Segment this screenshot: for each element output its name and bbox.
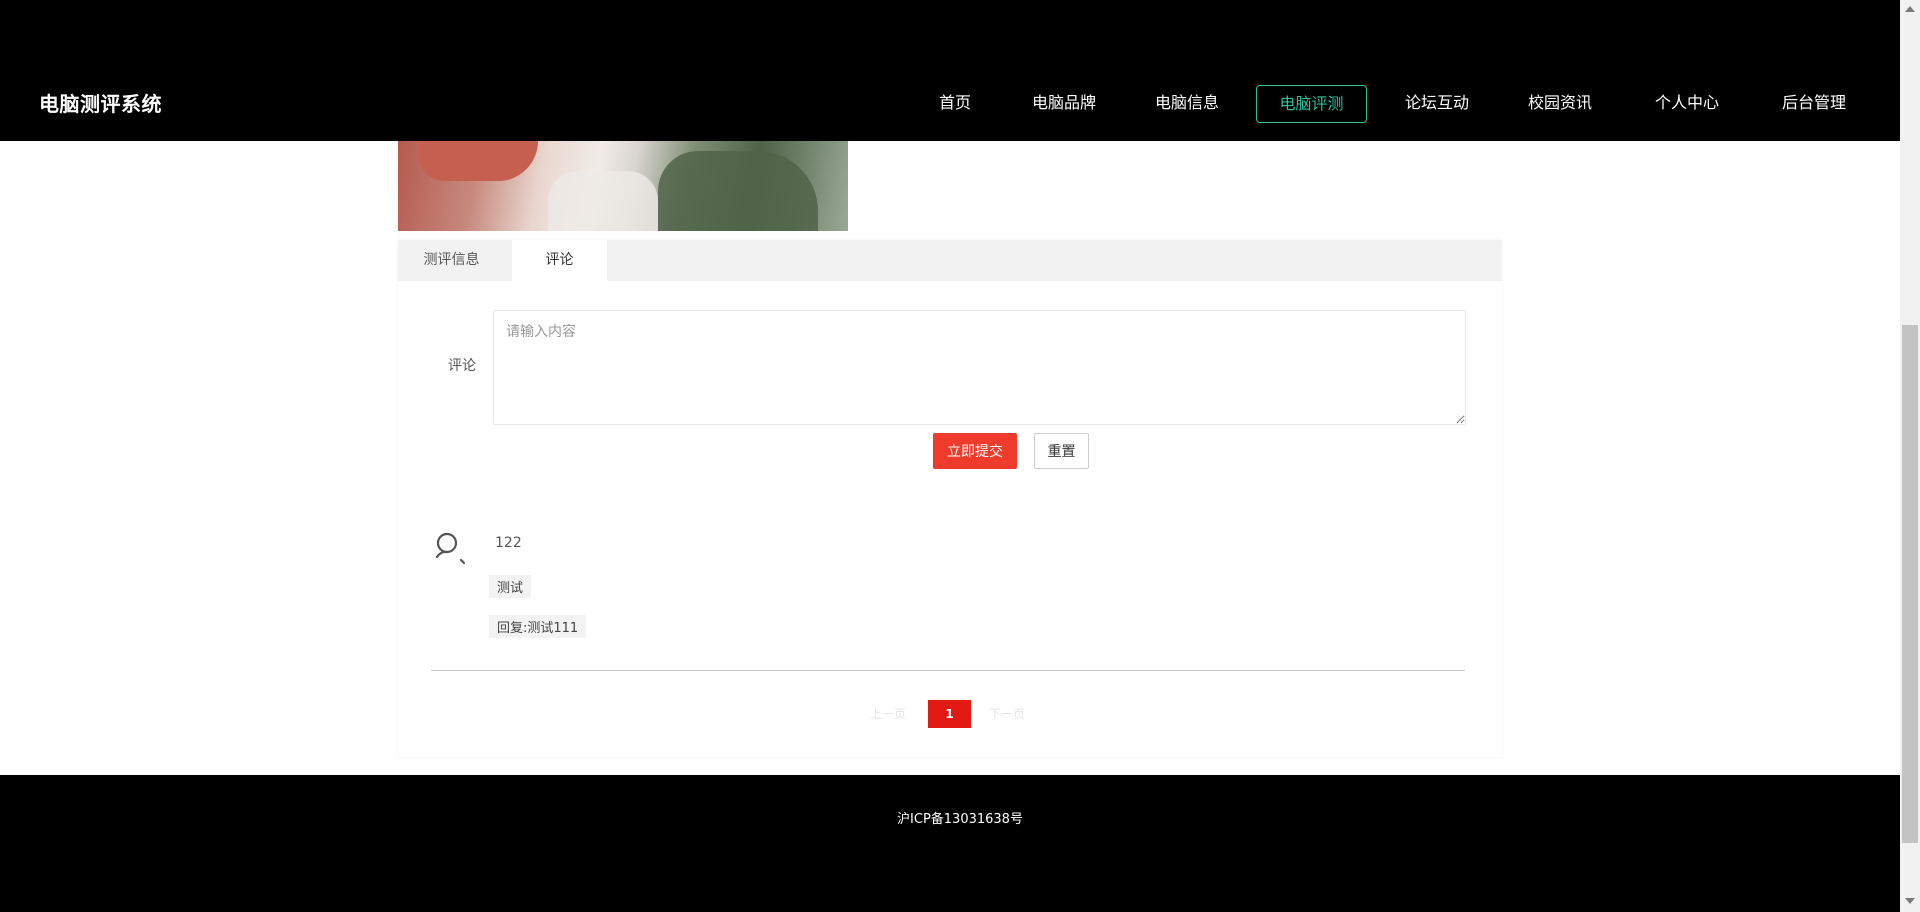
prev-page-button[interactable]: 上一页 [870, 705, 906, 722]
comment-item: 122 测试 回复:测试111 [433, 530, 1465, 662]
nav-item-home[interactable]: 首页 [925, 85, 985, 123]
comment-divider [431, 670, 1465, 671]
scroll-down-icon[interactable] [1905, 898, 1915, 904]
page-number-current[interactable]: 1 [928, 700, 971, 728]
comment-input[interactable] [493, 310, 1466, 425]
nav-item-reviews[interactable]: 电脑评测 [1256, 85, 1367, 123]
review-detail-panel: 测评信息 评论 评论 立即提交 重置 122 测试 回复:测试111 上一页 1… [398, 240, 1502, 757]
tab-comments[interactable]: 评论 [512, 240, 607, 281]
user-search-icon [433, 530, 469, 566]
nav-item-news[interactable]: 校园资讯 [1518, 85, 1602, 123]
pagination: 上一页 1 下一页 [398, 700, 1502, 728]
nav-item-computers[interactable]: 电脑信息 [1145, 85, 1229, 123]
main-content: 测评信息 评论 评论 立即提交 重置 122 测试 回复:测试111 上一页 1… [0, 141, 1900, 775]
next-page-button[interactable]: 下一页 [989, 705, 1025, 722]
nav-item-admin[interactable]: 后台管理 [1772, 85, 1856, 123]
comment-content: 测试 [489, 575, 532, 598]
comment-username: 122 [495, 535, 522, 551]
site-header: 电脑测评系统 首页 电脑品牌 电脑信息 电脑评测 论坛互动 校园资讯 个人中心 … [0, 0, 1900, 141]
comment-label: 评论 [448, 358, 476, 374]
tab-bar: 测评信息 评论 [398, 240, 1502, 281]
comment-reply: 回复:测试111 [489, 615, 587, 638]
submit-button[interactable]: 立即提交 [933, 433, 1017, 469]
icp-record: 沪ICP备13031638号 [897, 812, 1023, 827]
page-scrollbar[interactable] [1900, 0, 1920, 912]
site-footer: 沪ICP备13031638号 [0, 775, 1900, 912]
main-nav: 首页 电脑品牌 电脑信息 电脑评测 论坛互动 校园资讯 个人中心 后台管理 [0, 85, 1900, 123]
review-image [398, 141, 848, 231]
nav-item-brands[interactable]: 电脑品牌 [1022, 85, 1106, 123]
scrollbar-thumb[interactable] [1902, 325, 1918, 843]
nav-item-forum[interactable]: 论坛互动 [1395, 85, 1479, 123]
reset-button[interactable]: 重置 [1034, 433, 1089, 469]
tab-review-info[interactable]: 测评信息 [398, 240, 505, 281]
nav-item-profile[interactable]: 个人中心 [1645, 85, 1729, 123]
scroll-up-icon[interactable] [1905, 6, 1915, 12]
